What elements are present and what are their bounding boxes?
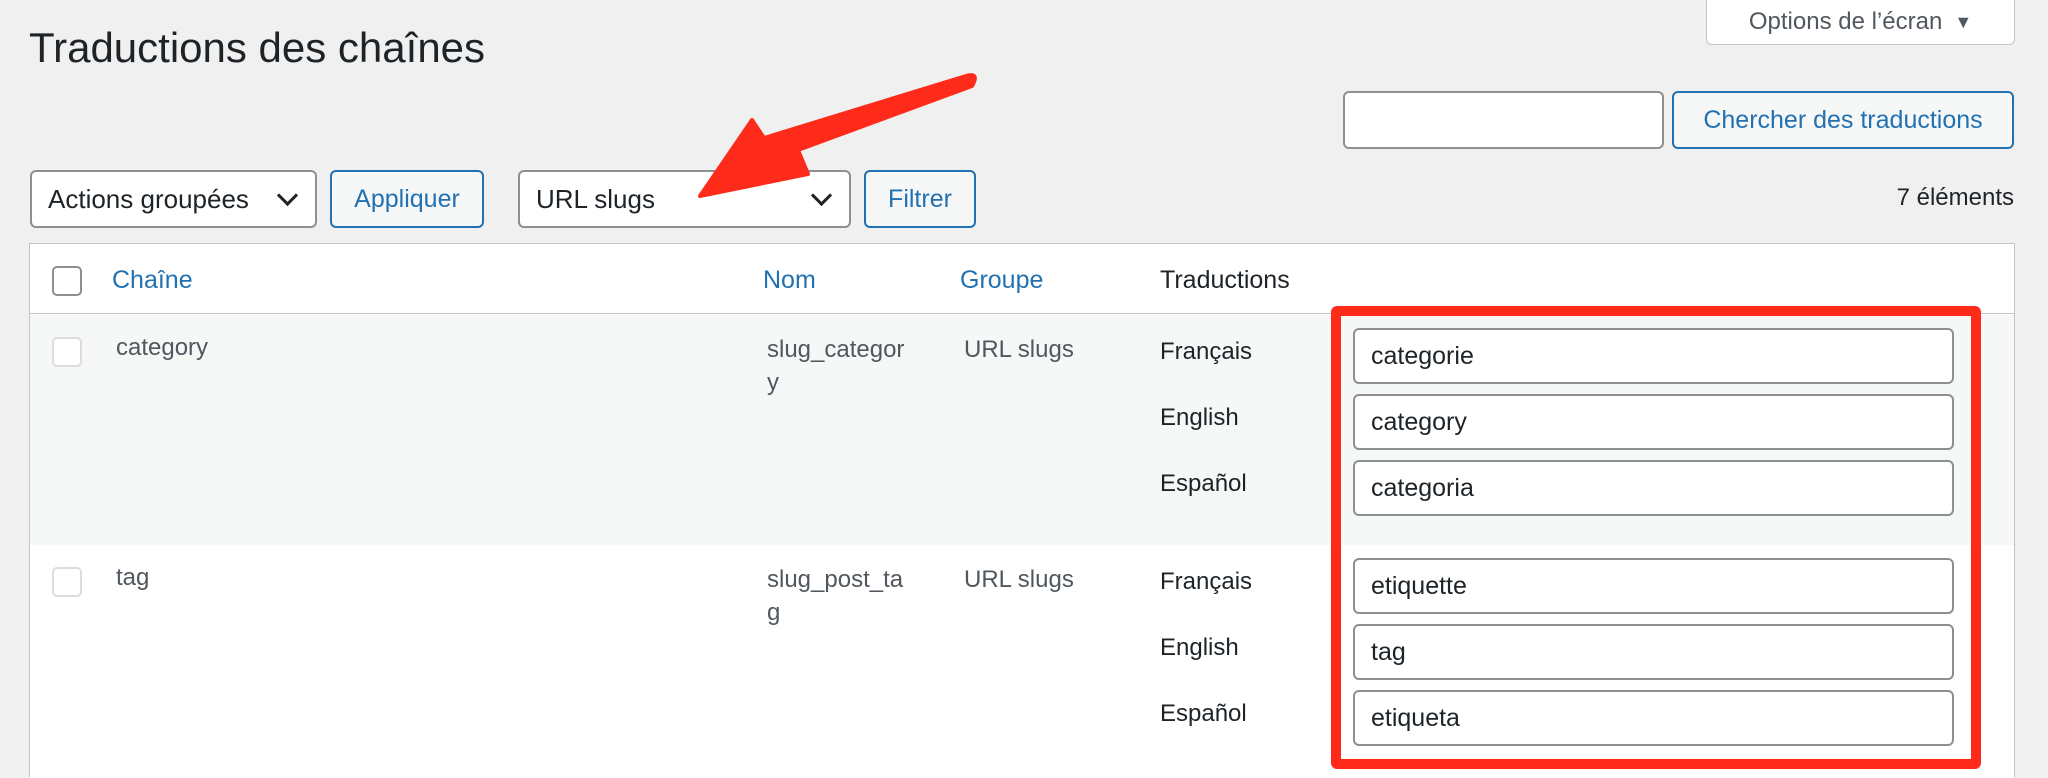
column-header-group[interactable]: Groupe <box>960 266 1043 295</box>
name-cell-line2: g <box>767 599 781 626</box>
apply-button[interactable]: Appliquer <box>330 170 484 228</box>
language-label: Español <box>1160 700 1247 727</box>
translation-input[interactable] <box>1353 690 1954 746</box>
table-row: tag slug_post_ta g URL slugs Français En… <box>30 545 2014 778</box>
column-header-translations: Traductions <box>1160 266 1290 294</box>
language-label: Français <box>1160 568 1253 595</box>
translation-input[interactable] <box>1353 394 1954 450</box>
column-header-string[interactable]: Chaîne <box>112 266 193 295</box>
translation-input[interactable] <box>1353 558 1954 614</box>
table-header: Chaîne Nom Groupe Traductions <box>30 244 2014 314</box>
select-all-checkbox[interactable] <box>52 266 82 296</box>
group-filter-selected: URL slugs <box>536 183 655 214</box>
filter-button[interactable]: Filtrer <box>864 170 976 228</box>
translation-input[interactable] <box>1353 624 1954 680</box>
table-row: category slug_categor y URL slugs França… <box>30 315 2014 545</box>
item-count: 7 éléments <box>1896 184 2014 211</box>
string-cell: category <box>116 334 209 361</box>
screen-options-button[interactable]: Options de l’écran ▼ <box>1706 0 2015 45</box>
name-cell-line1: slug_categor <box>767 336 905 363</box>
strings-table: Chaîne Nom Groupe Traductions category s… <box>29 243 2015 778</box>
group-filter-select[interactable]: URL slugs <box>518 170 851 228</box>
language-label: English <box>1160 404 1239 431</box>
search-translations-button[interactable]: Chercher des traductions <box>1672 91 2014 149</box>
column-header-name[interactable]: Nom <box>763 266 816 295</box>
name-cell-line1: slug_post_ta <box>767 566 904 593</box>
row-checkbox[interactable] <box>52 337 82 367</box>
bulk-actions-selected: Actions groupées <box>48 183 249 214</box>
language-label: Español <box>1160 470 1247 497</box>
screen-options-label: Options de l’écran <box>1748 8 1943 35</box>
caret-down-icon: ▼ <box>1954 11 1973 32</box>
page-title: Traductions des chaînes <box>29 24 486 71</box>
language-label: English <box>1160 634 1239 661</box>
group-cell: URL slugs <box>964 566 1074 593</box>
language-label: Français <box>1160 338 1253 365</box>
search-input[interactable] <box>1343 91 1664 149</box>
translation-input[interactable] <box>1353 460 1954 516</box>
chevron-down-icon <box>276 184 299 206</box>
chevron-down-icon <box>810 184 833 206</box>
bulk-actions-select[interactable]: Actions groupées <box>30 170 317 228</box>
name-cell-line2: y <box>767 369 779 396</box>
group-cell: URL slugs <box>964 336 1074 363</box>
translation-input[interactable] <box>1353 328 1954 384</box>
string-cell: tag <box>116 564 150 591</box>
row-checkbox[interactable] <box>52 567 82 597</box>
